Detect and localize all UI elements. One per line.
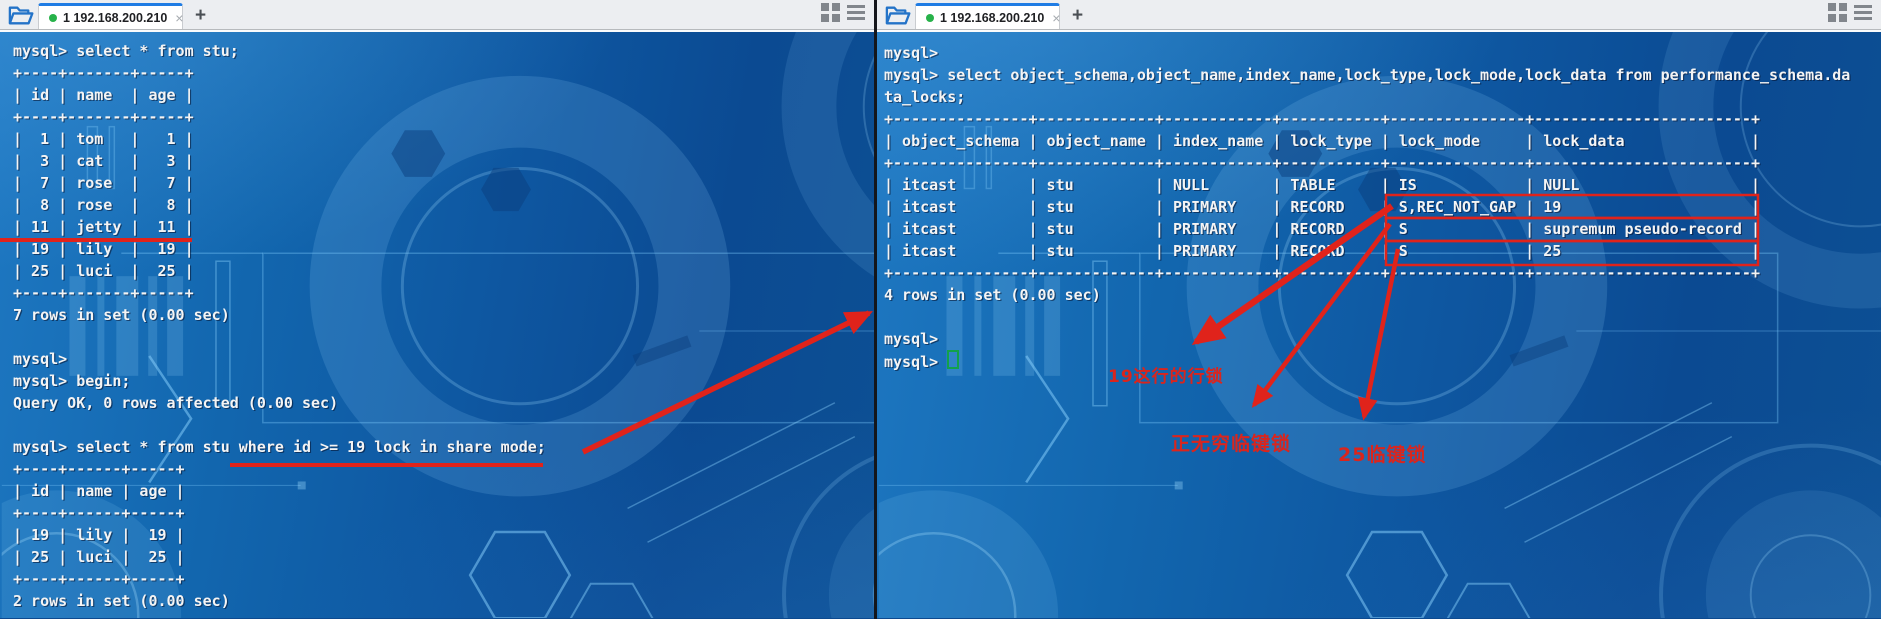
terminal-line: +---------------+-------------+---------… — [884, 110, 1760, 128]
new-tab-button[interactable]: + — [1072, 6, 1083, 25]
terminal-line: +----+------+-----+ — [13, 460, 185, 478]
terminal-line: mysql> — [884, 330, 939, 348]
terminal-line: mysql> — [884, 44, 939, 62]
layout-grid-icon[interactable] — [821, 3, 840, 22]
window-divider[interactable] — [874, 0, 877, 619]
terminal-line: 4 rows in set (0.00 sec) — [884, 286, 1101, 304]
right-terminal-window: 1 192.168.200.210 × + mysql> mysql> sele… — [877, 0, 1881, 619]
tab-title: 1 192.168.200.210 — [63, 10, 168, 25]
tab-bar-icons — [821, 3, 865, 22]
terminal-line: +---------------+-------------+---------… — [884, 154, 1760, 172]
left-tab-bar: 1 192.168.200.210 × + — [0, 0, 874, 30]
terminal-line: | 25 | luci | 25 | — [13, 548, 185, 566]
terminal-line: | object_schema | object_name | index_na… — [884, 132, 1760, 150]
prompt-text: mysql> — [884, 353, 948, 371]
terminal-line: | id | name | age | — [13, 86, 194, 104]
terminal-line: | 1 | tom | 1 | — [13, 130, 194, 148]
folder-icon[interactable] — [8, 5, 34, 26]
terminal-line: +----+-------+-----+ — [13, 64, 194, 82]
terminal-line: | itcast | stu | PRIMARY | RECORD | S | … — [884, 242, 1760, 260]
menu-icon[interactable] — [847, 5, 865, 20]
tab-close-icon[interactable]: × — [173, 11, 185, 25]
terminal-prompt-line: mysql> — [877, 350, 1881, 373]
left-terminal-screen[interactable]: mysql> select * from stu; +----+-------+… — [0, 32, 874, 618]
terminal-line: | 7 | rose | 7 | — [13, 174, 194, 192]
session-tab[interactable]: 1 192.168.200.210 × — [915, 3, 1060, 29]
folder-icon[interactable] — [885, 5, 911, 26]
left-terminal-window: 1 192.168.200.210 × + mysql> select * fr… — [0, 0, 874, 619]
right-tab-bar: 1 192.168.200.210 × + — [877, 0, 1881, 30]
left-terminal-output: mysql> select * from stu; +----+-------+… — [0, 32, 874, 612]
terminal-line: mysql> select * from stu where id >= 19 … — [13, 438, 546, 456]
right-terminal-screen[interactable]: mysql> mysql> select object_schema,objec… — [877, 32, 1881, 618]
tab-close-icon[interactable]: × — [1050, 11, 1062, 25]
tab-title: 1 192.168.200.210 — [940, 10, 1045, 25]
terminal-cursor — [947, 350, 960, 369]
terminal-line: +----+------+-----+ — [13, 570, 185, 588]
right-terminal-output: mysql> mysql> select object_schema,objec… — [877, 32, 1881, 373]
terminal-line: mysql> select object_schema,object_name,… — [884, 66, 1851, 84]
terminal-line: +----+-------+-----+ — [13, 108, 194, 126]
terminal-line: mysql> begin; — [13, 372, 131, 390]
terminal-line: +----+------+-----+ — [13, 504, 185, 522]
tab-bar-icons — [1828, 3, 1872, 22]
terminal-line: | itcast | stu | PRIMARY | RECORD | S | … — [884, 220, 1760, 238]
terminal-line: mysql> — [13, 350, 68, 368]
connected-status-dot — [926, 13, 934, 22]
terminal-line: | 19 | lily | 19 | — [13, 526, 185, 544]
terminal-line: ta_locks; — [884, 88, 966, 106]
terminal-line: Query OK, 0 rows affected (0.00 sec) — [13, 394, 339, 412]
terminal-line: +----+-------+-----+ — [13, 284, 194, 302]
terminal-line: | 8 | rose | 8 | — [13, 196, 194, 214]
terminal-line: +---------------+-------------+---------… — [884, 264, 1760, 282]
terminal-line: | itcast | stu | NULL | TABLE | IS | NUL… — [884, 176, 1760, 194]
terminal-line: | 25 | luci | 25 | — [13, 262, 194, 280]
terminal-line: 2 rows in set (0.00 sec) — [13, 592, 230, 610]
terminal-line: | 19 | lily | 19 | — [13, 240, 194, 258]
terminal-line: | id | name | age | — [13, 482, 185, 500]
new-tab-button[interactable]: + — [195, 6, 206, 25]
connected-status-dot — [49, 13, 57, 22]
terminal-line: mysql> select * from stu; — [13, 42, 239, 60]
layout-grid-icon[interactable] — [1828, 3, 1847, 22]
terminal-line: | itcast | stu | PRIMARY | RECORD | S,RE… — [884, 198, 1760, 216]
session-tab[interactable]: 1 192.168.200.210 × — [38, 3, 183, 29]
terminal-line: | 11 | jetty | 11 | — [13, 218, 194, 236]
menu-icon[interactable] — [1854, 5, 1872, 20]
terminal-line: 7 rows in set (0.00 sec) — [13, 306, 230, 324]
terminal-line: | 3 | cat | 3 | — [13, 152, 194, 170]
